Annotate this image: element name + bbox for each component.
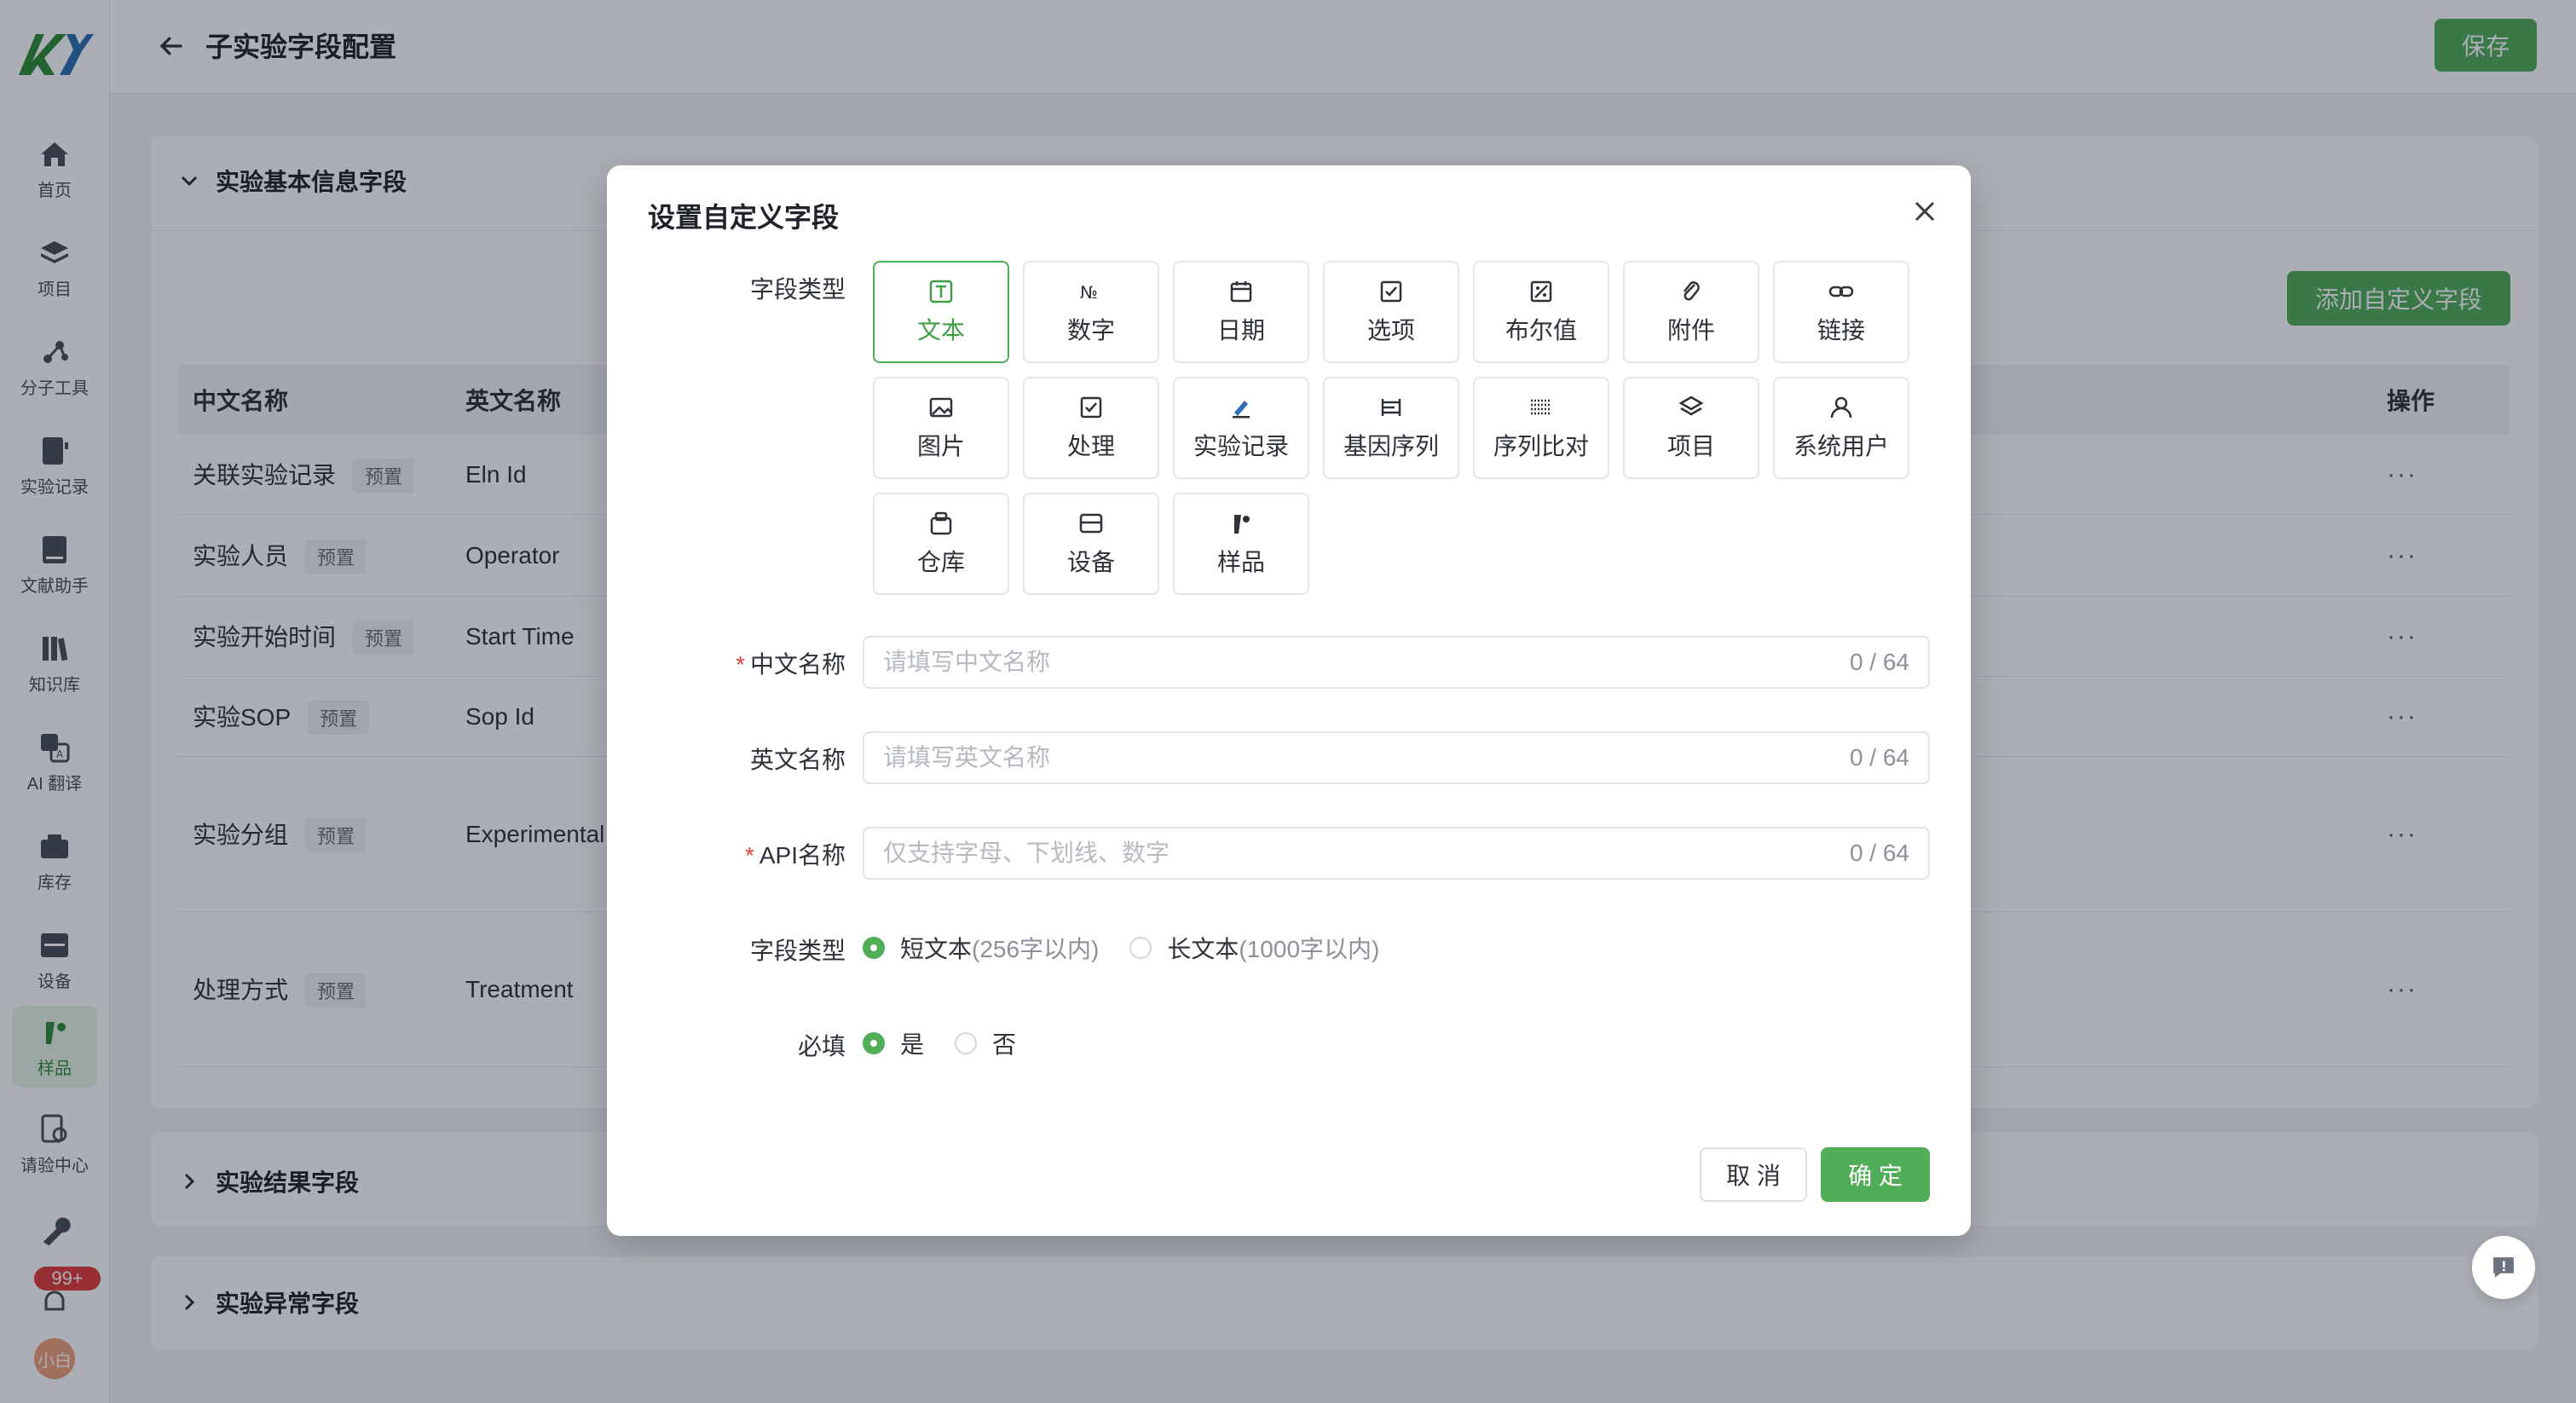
close-icon[interactable] xyxy=(1908,194,1942,228)
warehouse-icon xyxy=(930,511,952,535)
radio-dot[interactable] xyxy=(955,1032,978,1054)
link-icon xyxy=(1828,286,1854,297)
record-icon xyxy=(1233,401,1250,419)
custom-field-dialog: 设置自定义字段 字段类型 文本 № 数字 日期 选项 布尔值 附件 链接 图片 … xyxy=(607,165,1971,1236)
type-option-text[interactable]: 文本 xyxy=(873,261,1009,363)
svg-text:№: № xyxy=(1080,282,1098,303)
type-option-sequence-alignment[interactable]: 序列比对 xyxy=(1473,377,1609,479)
text-type-label: 字段类型 xyxy=(749,938,846,964)
en-name-counter: 0 / 64 xyxy=(1849,744,1909,771)
type-option-experiment-record[interactable]: 实验记录 xyxy=(1173,377,1309,479)
type-option-equipment[interactable]: 设备 xyxy=(1023,493,1159,595)
required-mark: * xyxy=(744,842,754,869)
api-name-field[interactable]: 0 / 64 xyxy=(863,827,1930,880)
text-type-radio-group: 短文本 (256字以内) 长文本 (1000字以内) xyxy=(863,931,1410,965)
type-option-gene-sequence[interactable]: 基因序列 xyxy=(1323,377,1459,479)
required-label: 必填 xyxy=(797,1033,846,1059)
required-mark: * xyxy=(736,651,745,678)
type-option-system-user[interactable]: 系统用户 xyxy=(1773,377,1909,479)
radio-required-yes[interactable]: 是 xyxy=(863,1026,924,1060)
radio-dot[interactable] xyxy=(863,937,885,959)
en-name-field[interactable]: 0 / 64 xyxy=(863,731,1930,784)
en-name-label: 英文名称 xyxy=(749,747,846,773)
user-icon xyxy=(1830,396,1852,419)
type-option-date[interactable]: 日期 xyxy=(1173,261,1309,363)
text-icon xyxy=(929,280,953,303)
api-name-label: * API名称 xyxy=(744,842,846,869)
en-name-input[interactable] xyxy=(883,744,1850,771)
type-option-sample[interactable]: 样品 xyxy=(1173,493,1309,595)
type-option-process[interactable]: 处理 xyxy=(1023,377,1159,479)
image-icon xyxy=(929,397,953,418)
radio-required-no[interactable]: 否 xyxy=(955,1026,1016,1060)
cn-name-input[interactable] xyxy=(883,649,1850,676)
type-option-link[interactable]: 链接 xyxy=(1773,261,1909,363)
type-option-image[interactable]: 图片 xyxy=(873,377,1009,479)
field-type-label: 字段类型 xyxy=(749,276,846,303)
boolean-icon xyxy=(1530,280,1552,303)
radio-short-text[interactable]: 短文本 (256字以内) xyxy=(863,931,1099,965)
cn-name-field[interactable]: 0 / 64 xyxy=(863,636,1930,689)
type-option-attachment[interactable]: 附件 xyxy=(1623,261,1759,363)
number-icon: № xyxy=(1080,282,1098,303)
radio-dot[interactable] xyxy=(863,1032,885,1054)
radio-dot[interactable] xyxy=(1129,937,1152,959)
required-radio-group: 是 否 xyxy=(863,1026,1047,1060)
alignment-icon xyxy=(1531,399,1551,415)
paperclip-icon xyxy=(1684,281,1700,301)
confirm-button[interactable]: 确 定 xyxy=(1821,1147,1930,1202)
api-name-counter: 0 / 64 xyxy=(1849,840,1909,866)
type-option-warehouse[interactable]: 仓库 xyxy=(873,493,1009,595)
chat-icon xyxy=(2493,1257,2514,1278)
sample-icon xyxy=(1234,515,1250,534)
cancel-button[interactable]: 取 消 xyxy=(1700,1147,1807,1202)
type-option-select[interactable]: 选项 xyxy=(1323,261,1459,363)
chat-button[interactable] xyxy=(2472,1236,2535,1299)
gene-icon xyxy=(1381,399,1401,416)
process-icon xyxy=(1080,396,1102,419)
type-option-project[interactable]: 项目 xyxy=(1623,377,1759,479)
project-icon xyxy=(1678,395,1704,416)
equipment-icon xyxy=(1079,513,1103,534)
checkbox-icon xyxy=(1380,280,1402,303)
type-option-number[interactable]: № 数字 xyxy=(1023,261,1159,363)
calendar-icon xyxy=(1230,281,1252,303)
dialog-title: 设置自定义字段 xyxy=(648,202,840,233)
cn-name-label: * 中文名称 xyxy=(736,651,846,678)
cn-name-counter: 0 / 64 xyxy=(1849,649,1909,675)
type-option-boolean[interactable]: 布尔值 xyxy=(1473,261,1609,363)
radio-long-text[interactable]: 长文本 (1000字以内) xyxy=(1129,931,1379,965)
api-name-input[interactable] xyxy=(883,840,1850,867)
